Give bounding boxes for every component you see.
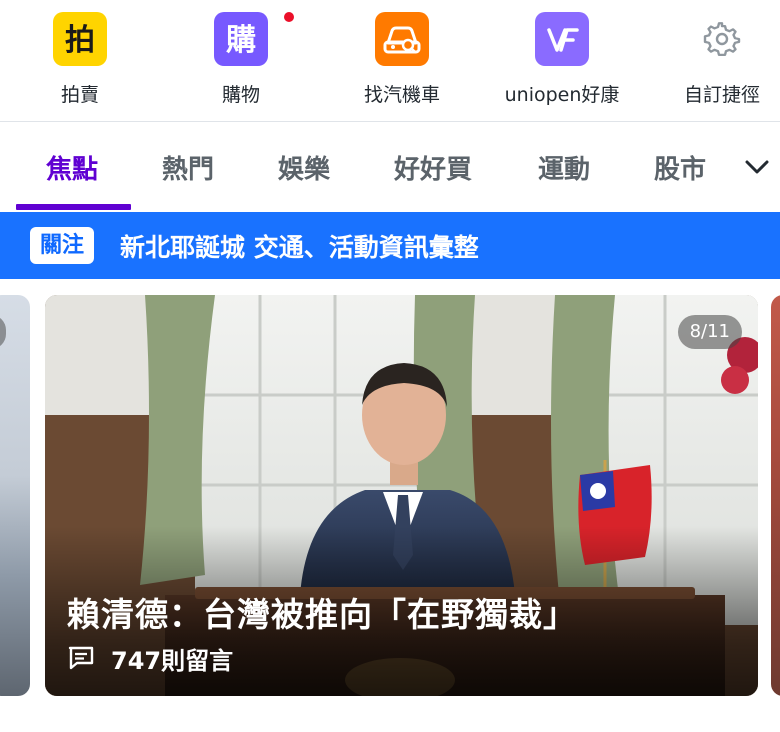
trending-banner[interactable]: 關注 新北耶誕城 交通、活動資訊彙整 xyxy=(0,212,780,279)
shortcut-label: 購物 xyxy=(221,84,260,106)
tab-focus[interactable]: 焦點 xyxy=(46,149,98,186)
shortcut-label: 找汽機車 xyxy=(363,84,440,106)
shortcut-label: 自訂捷徑 xyxy=(683,84,760,106)
previous-slide-card[interactable] xyxy=(0,295,30,696)
shortcut-uniopen[interactable]: uniopen好康 xyxy=(492,12,632,107)
uniopen-icon xyxy=(535,12,589,66)
shopping-icon: 購 xyxy=(214,12,268,66)
comment-count[interactable]: 747則留言 xyxy=(67,643,234,675)
shortcut-bar: 拍 拍賣 購 購物 找汽機車 uniopen好康 自訂捷徑 xyxy=(0,0,780,122)
active-tab-indicator xyxy=(16,204,131,210)
car-icon xyxy=(375,12,429,66)
shortcut-label: uniopen好康 xyxy=(504,84,620,106)
tab-popular[interactable]: 熱門 xyxy=(162,149,214,186)
comment-count-text: 747則留言 xyxy=(111,646,234,675)
news-headline[interactable]: 賴清德：台灣被推向「在野獨裁」 xyxy=(67,588,577,636)
shortcut-customize[interactable]: 自訂捷徑 xyxy=(652,12,780,107)
news-carousel[interactable]: 8/11 賴清德：台灣被推向「在野獨裁」 747則留言 xyxy=(0,295,780,696)
comment-icon xyxy=(68,646,94,670)
chevron-down-icon[interactable] xyxy=(742,152,772,182)
shortcut-car[interactable]: 找汽機車 xyxy=(332,12,472,107)
banner-text[interactable]: 新北耶誕城 交通、活動資訊彙整 xyxy=(120,228,479,264)
follow-badge: 關注 xyxy=(30,227,95,264)
svg-text:拍: 拍 xyxy=(65,23,95,58)
shortcut-auction[interactable]: 拍 拍賣 xyxy=(10,12,150,107)
notification-dot xyxy=(284,12,294,22)
gear-icon xyxy=(695,12,749,66)
next-slide-card[interactable] xyxy=(771,295,780,696)
tab-sports[interactable]: 運動 xyxy=(538,149,590,186)
auction-icon: 拍 xyxy=(53,12,107,66)
shortcut-label: 拍賣 xyxy=(60,84,99,106)
category-tabs: 焦點 熱門 娛樂 好好買 運動 股市 xyxy=(0,122,780,212)
tab-shopping[interactable]: 好好買 xyxy=(394,149,472,186)
slide-counter: 8/11 xyxy=(677,315,742,349)
slide-counter xyxy=(0,315,6,349)
tab-entertainment[interactable]: 娛樂 xyxy=(278,149,330,186)
news-card[interactable]: 8/11 賴清德：台灣被推向「在野獨裁」 747則留言 xyxy=(45,295,758,696)
tab-stocks[interactable]: 股市 xyxy=(654,149,706,186)
shortcut-shopping[interactable]: 購 購物 xyxy=(171,12,311,107)
svg-text:購: 購 xyxy=(226,23,256,58)
